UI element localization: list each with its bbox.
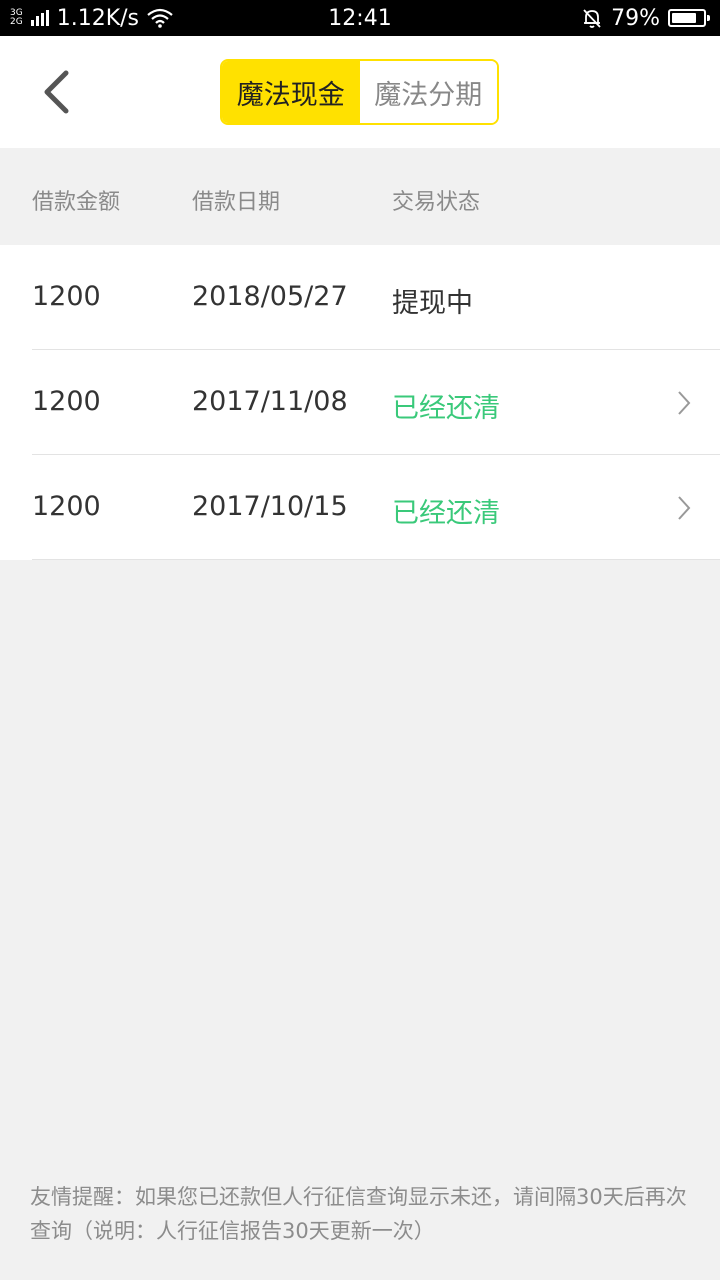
header: 魔法现金 魔法分期: [0, 36, 720, 148]
loan-list: 1200 2018/05/27 提现中 1200 2017/11/08 已经还清…: [0, 245, 720, 560]
signal-icon: [30, 10, 49, 26]
chevron-right-icon: [678, 391, 691, 415]
wifi-icon: [147, 8, 173, 28]
network-speed: 1.12K/s: [56, 5, 139, 31]
table-row[interactable]: 1200 2017/10/15 已经还清: [0, 455, 720, 560]
loan-date: 2017/11/08: [192, 386, 348, 417]
network-type-icon: 3G 2G: [10, 9, 23, 27]
column-amount: 借款金额: [32, 190, 121, 215]
loan-status: 提现中: [392, 288, 473, 319]
status-right: 79%: [581, 5, 710, 31]
tab-magic-installment[interactable]: 魔法分期: [359, 61, 497, 123]
battery-icon: [668, 9, 710, 27]
chevron-right-icon: [678, 496, 691, 520]
loan-amount: 1200: [32, 281, 101, 312]
column-header: 借款金额 借款日期 交易状态: [0, 148, 720, 245]
loan-date: 2017/10/15: [192, 491, 348, 522]
column-date: 借款日期: [192, 190, 281, 215]
chevron-left-icon: [44, 70, 69, 114]
column-status: 交易状态: [392, 190, 481, 215]
table-row[interactable]: 1200 2017/11/08 已经还清: [0, 350, 720, 455]
net-type-bottom: 2G: [10, 17, 23, 27]
tab-magic-cash[interactable]: 魔法现金: [222, 61, 360, 123]
status-left: 3G 2G 1.12K/s: [10, 6, 173, 31]
reminder-notice: 友情提醒：如果您已还款但人行征信查询显示未还，请间隔30天后再次查询（说明：人行…: [30, 1185, 687, 1243]
battery-percent: 79%: [611, 5, 660, 31]
loan-date: 2018/05/27: [192, 281, 348, 312]
bell-muted-icon: [583, 9, 601, 28]
table-row[interactable]: 1200 2018/05/27 提现中: [0, 245, 720, 350]
segmented-control: 魔法现金 魔法分期: [220, 59, 499, 125]
loan-status: 已经还清: [392, 393, 500, 424]
loan-status: 已经还清: [392, 498, 500, 529]
loan-amount: 1200: [32, 491, 101, 522]
loan-amount: 1200: [32, 386, 101, 417]
status-bar: 3G 2G 1.12K/s 12:41 79%: [0, 0, 720, 36]
back-button[interactable]: [30, 66, 82, 118]
